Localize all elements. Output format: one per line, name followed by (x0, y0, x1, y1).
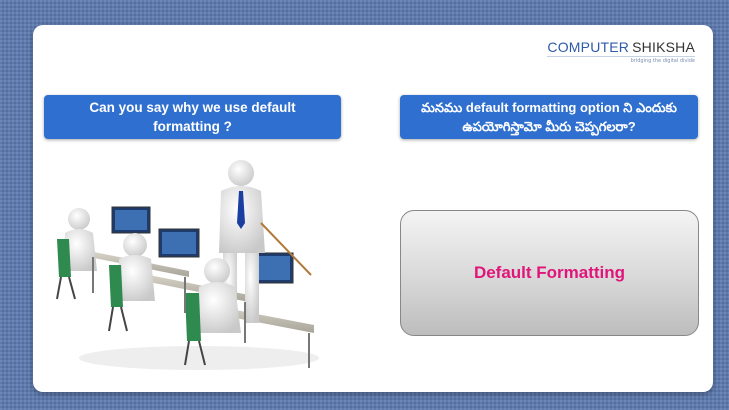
question-telugu-text: మనము default formatting option ని ఎందుకు… (421, 100, 677, 134)
question-telugu: మనము default formatting option ని ఎందుకు… (400, 95, 698, 139)
logo-brand-first: COMPUTER (547, 39, 630, 55)
question-english-text: Can you say why we use default formattin… (89, 100, 296, 134)
computer-shiksha-logo: COMPUTER SHIKSHA bridging the digital div… (547, 39, 695, 64)
classroom-computers-illustration-icon (49, 153, 327, 376)
question-english: Can you say why we use default formattin… (44, 95, 341, 139)
answer-box: Default Formatting (400, 210, 699, 336)
logo-tagline: bridging the digital divide (547, 56, 695, 64)
answer-text: Default Formatting (473, 263, 626, 282)
logo-brand-second: SHIKSHA (632, 39, 695, 55)
slide: COMPUTER SHIKSHA bridging the digital div… (33, 25, 713, 392)
